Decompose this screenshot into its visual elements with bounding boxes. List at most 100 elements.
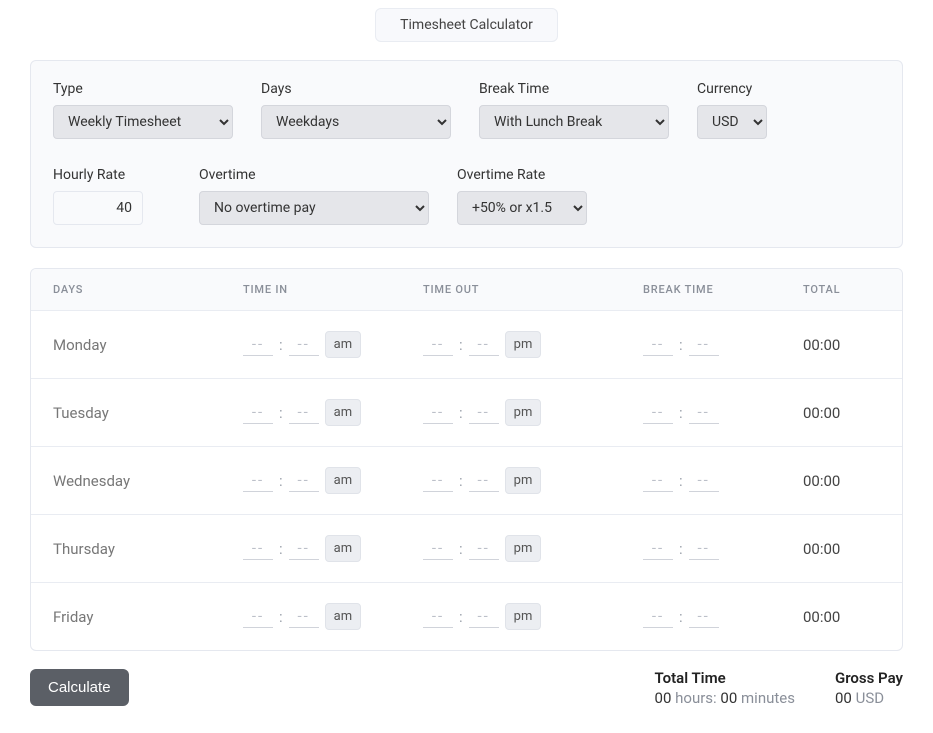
th-time-in: Time In [243,283,423,296]
table-row: Monday : am : pm : 00:00 [31,311,902,379]
break-group: : [643,605,803,628]
gross-pay-label: Gross Pay [835,669,903,687]
break-minute[interactable] [689,333,719,356]
time-out-hour[interactable] [423,469,453,492]
break-hour[interactable] [643,401,673,424]
time-in-ampm[interactable]: am [325,399,361,426]
th-days: Days [53,283,243,296]
time-in-colon: : [279,404,283,422]
time-out-hour[interactable] [423,333,453,356]
break-minute[interactable] [689,401,719,424]
breaktime-select[interactable]: With Lunch Break [479,105,669,139]
time-in-minute[interactable] [289,333,319,356]
time-in-colon: : [279,608,283,626]
time-out-group: : pm [423,331,643,358]
time-out-minute[interactable] [469,537,499,560]
table-row: Wednesday : am : pm : 00:00 [31,447,902,515]
currency-select[interactable]: USD [697,105,767,139]
time-in-group: : am [243,603,423,630]
row-total: 00:00 [803,608,880,626]
break-minute[interactable] [689,537,719,560]
time-in-hour[interactable] [243,537,273,560]
overtime-rate-label: Overtime Rate [457,167,587,183]
time-in-hour[interactable] [243,401,273,424]
control-overtime: Overtime No overtime pay [199,167,429,225]
time-in-minute[interactable] [289,605,319,628]
total-time-block: Total Time 00 hours: 00 minutes [655,669,795,707]
day-name: Wednesday [53,472,243,490]
overtime-rate-select[interactable]: +50% or x1.5 [457,191,587,225]
title-bar: Timesheet Calculator [0,0,933,50]
time-in-colon: : [279,336,283,354]
time-in-ampm[interactable]: am [325,535,361,562]
time-out-group: : pm [423,603,643,630]
time-out-colon: : [459,336,463,354]
hourly-rate-input[interactable] [53,191,143,225]
break-group: : [643,333,803,356]
hours-word: hours: [675,689,717,707]
break-hour[interactable] [643,333,673,356]
break-minute[interactable] [689,469,719,492]
th-time-out: Time Out [423,283,643,296]
type-select[interactable]: Weekly Timesheet [53,105,233,139]
time-out-ampm[interactable]: pm [505,467,542,494]
time-in-ampm[interactable]: am [325,331,361,358]
th-total: Total [803,283,880,296]
type-label: Type [53,81,233,97]
time-in-ampm[interactable]: am [325,603,361,630]
time-in-minute[interactable] [289,401,319,424]
time-out-ampm[interactable]: pm [505,399,542,426]
time-out-colon: : [459,472,463,490]
time-in-group: : am [243,399,423,426]
time-out-hour[interactable] [423,537,453,560]
time-out-minute[interactable] [469,605,499,628]
break-colon: : [679,472,683,490]
time-out-minute[interactable] [469,333,499,356]
hourly-rate-label: Hourly Rate [53,167,143,183]
time-out-hour[interactable] [423,605,453,628]
break-hour[interactable] [643,537,673,560]
day-name: Friday [53,608,243,626]
time-out-colon: : [459,540,463,558]
break-minute[interactable] [689,605,719,628]
time-out-ampm[interactable]: pm [505,603,542,630]
time-in-colon: : [279,472,283,490]
time-in-ampm[interactable]: am [325,467,361,494]
time-in-colon: : [279,540,283,558]
control-currency: Currency USD [697,81,767,139]
time-in-group: : am [243,331,423,358]
gross-currency: USD [856,689,884,707]
time-in-minute[interactable] [289,537,319,560]
days-select[interactable]: Weekdays [261,105,451,139]
row-total: 00:00 [803,540,880,558]
total-time-value: 00 hours: 00 minutes [655,689,795,707]
overtime-select[interactable]: No overtime pay [199,191,429,225]
break-hour[interactable] [643,605,673,628]
break-colon: : [679,540,683,558]
break-hour[interactable] [643,469,673,492]
control-overtime-rate: Overtime Rate +50% or x1.5 [457,167,587,225]
row-total: 00:00 [803,472,880,490]
time-in-hour[interactable] [243,605,273,628]
time-out-ampm[interactable]: pm [505,535,542,562]
breaktime-label: Break Time [479,81,669,97]
break-colon: : [679,608,683,626]
table-row: Friday : am : pm : 00:00 [31,583,902,650]
overtime-label: Overtime [199,167,429,183]
time-in-hour[interactable] [243,333,273,356]
summary: Total Time 00 hours: 00 minutes Gross Pa… [655,669,903,707]
time-in-hour[interactable] [243,469,273,492]
time-out-minute[interactable] [469,401,499,424]
time-in-minute[interactable] [289,469,319,492]
time-out-hour[interactable] [423,401,453,424]
day-name: Monday [53,336,243,354]
day-name: Thursday [53,540,243,558]
time-in-group: : am [243,467,423,494]
time-out-ampm[interactable]: pm [505,331,542,358]
time-out-colon: : [459,404,463,422]
time-out-minute[interactable] [469,469,499,492]
control-type: Type Weekly Timesheet [53,81,233,139]
calculate-button[interactable]: Calculate [30,669,129,706]
control-days: Days Weekdays [261,81,451,139]
time-out-group: : pm [423,467,643,494]
